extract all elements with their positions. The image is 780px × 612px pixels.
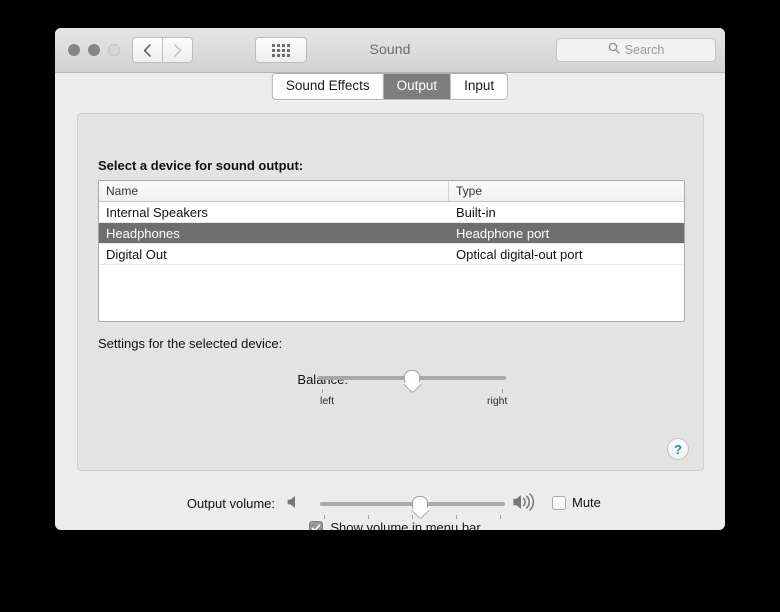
table-row[interactable]: Headphones Headphone port bbox=[99, 223, 684, 244]
device-type: Optical digital-out port bbox=[456, 246, 583, 262]
column-header-type[interactable]: Type bbox=[449, 181, 684, 201]
tab-input[interactable]: Input bbox=[451, 74, 508, 99]
tab-output[interactable]: Output bbox=[383, 74, 452, 99]
mute-control[interactable]: Mute bbox=[552, 495, 601, 510]
volume-tick-4 bbox=[456, 515, 457, 519]
sound-preferences-window: Sound Search Sound Effects Output Input … bbox=[55, 28, 725, 530]
balance-slider[interactable] bbox=[318, 370, 506, 393]
show-volume-control[interactable]: Show volume in menu bar bbox=[309, 520, 481, 530]
device-type: Built-in bbox=[456, 204, 496, 220]
window-titlebar: Sound Search bbox=[55, 28, 725, 73]
balance-left-label: left bbox=[320, 395, 335, 407]
table-row[interactable]: Digital Out Optical digital-out port bbox=[99, 244, 684, 265]
speaker-icon bbox=[286, 494, 302, 515]
output-device-table[interactable]: Name Type Internal Speakers Built-in Hea… bbox=[98, 180, 685, 322]
speaker-waves-icon bbox=[512, 492, 542, 517]
device-name: Headphones bbox=[106, 225, 180, 241]
balance-right-label: right bbox=[487, 395, 508, 407]
volume-tick-3 bbox=[412, 515, 413, 519]
mute-label: Mute bbox=[572, 495, 601, 510]
show-volume-row: Show volume in menu bar bbox=[55, 520, 725, 530]
show-volume-checkbox[interactable] bbox=[309, 520, 324, 530]
mute-checkbox[interactable] bbox=[552, 495, 566, 510]
output-volume-row: Output volume: Mute bbox=[55, 490, 725, 519]
output-volume-label: Output volume: bbox=[186, 496, 275, 511]
checkmark-icon bbox=[311, 523, 321, 530]
settings-label: Settings for the selected device: bbox=[98, 336, 283, 351]
search-icon bbox=[608, 41, 620, 59]
output-volume-slider[interactable] bbox=[320, 496, 505, 519]
volume-tick-2 bbox=[368, 515, 369, 519]
volume-tick-5 bbox=[500, 515, 501, 519]
pane-tabs: Sound Effects Output Input bbox=[271, 73, 509, 100]
device-list-label: Select a device for sound output: bbox=[98, 158, 304, 173]
balance-slider-knob[interactable] bbox=[404, 370, 420, 385]
search-field[interactable]: Search bbox=[556, 38, 716, 62]
balance-tick-right bbox=[502, 389, 503, 393]
tab-sound-effects[interactable]: Sound Effects bbox=[272, 74, 384, 99]
output-settings-panel: Select a device for sound output: Name T… bbox=[77, 113, 704, 471]
device-name: Digital Out bbox=[106, 246, 167, 262]
search-placeholder: Search bbox=[624, 43, 665, 57]
balance-tick-left bbox=[322, 389, 323, 393]
volume-slider-knob[interactable] bbox=[412, 496, 428, 511]
table-header-row: Name Type bbox=[99, 181, 684, 202]
column-header-name[interactable]: Name bbox=[99, 181, 449, 201]
device-name: Internal Speakers bbox=[106, 204, 208, 220]
volume-tick-1 bbox=[324, 515, 325, 519]
show-volume-label: Show volume in menu bar bbox=[330, 520, 481, 530]
table-row[interactable]: Internal Speakers Built-in bbox=[99, 202, 684, 223]
help-button[interactable]: ? bbox=[667, 438, 689, 460]
device-type: Headphone port bbox=[456, 225, 550, 241]
